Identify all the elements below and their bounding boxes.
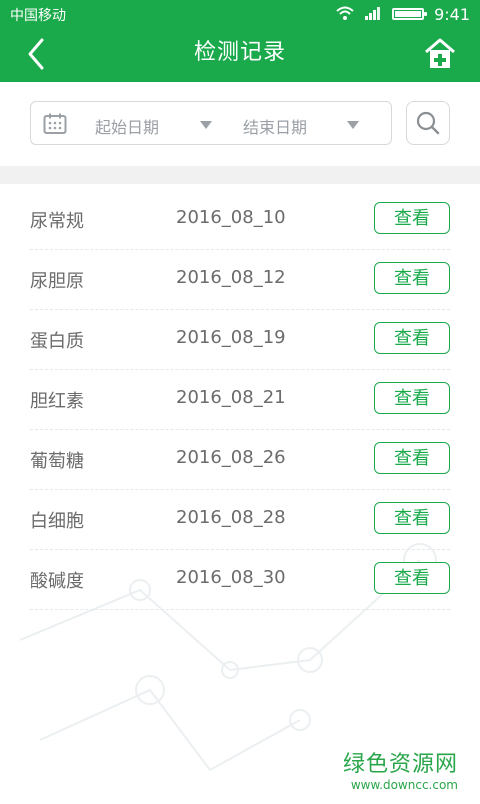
record-name: 尿常规 — [30, 211, 84, 232]
status-time: 9:41 — [434, 4, 470, 24]
record-list: 尿常规 2016_08_10 查看 尿胆原 2016_08_12 查看 蛋白质 … — [30, 190, 450, 610]
chevron-down-icon — [200, 121, 212, 129]
chevron-down-icon — [347, 121, 359, 129]
list-item: 酸碱度 2016_08_30 查看 — [30, 550, 450, 610]
list-item: 白细胞 2016_08_28 查看 — [30, 490, 450, 550]
view-button[interactable]: 查看 — [374, 442, 450, 474]
record-date: 2016_08_26 — [176, 447, 286, 468]
app-header: 中国移动 9:41 检测记录 — [0, 0, 480, 82]
list-item: 蛋白质 2016_08_19 查看 — [30, 310, 450, 370]
watermark: 绿色资源网 www.downcc.com — [343, 746, 458, 792]
record-date: 2016_08_21 — [176, 387, 286, 408]
list-item: 胆红素 2016_08_21 查看 — [30, 370, 450, 430]
home-plus-icon — [425, 38, 455, 68]
watermark-title: 绿色资源网 — [342, 752, 458, 777]
battery-icon — [392, 8, 428, 20]
record-name: 酸碱度 — [30, 571, 84, 592]
record-name: 尿胆原 — [30, 271, 84, 292]
home-button[interactable] — [420, 36, 460, 72]
record-date: 2016_08_30 — [176, 567, 286, 588]
wifi-icon — [336, 5, 354, 24]
list-item: 葡萄糖 2016_08_26 查看 — [30, 430, 450, 490]
search-button[interactable] — [406, 101, 450, 145]
record-name: 蛋白质 — [30, 331, 84, 352]
record-date: 2016_08_19 — [176, 327, 286, 348]
view-button[interactable]: 查看 — [374, 322, 450, 354]
date-range-picker[interactable]: 起始日期 结束日期 — [30, 101, 392, 145]
record-date: 2016_08_12 — [176, 267, 286, 288]
end-date-select[interactable]: 结束日期 — [243, 114, 307, 138]
list-item: 尿胆原 2016_08_12 查看 — [30, 250, 450, 310]
search-icon — [416, 111, 440, 135]
start-date-select[interactable]: 起始日期 — [95, 114, 159, 138]
view-button[interactable]: 查看 — [374, 502, 450, 534]
section-divider — [0, 166, 480, 184]
view-button[interactable]: 查看 — [374, 202, 450, 234]
record-name: 白细胞 — [30, 511, 84, 532]
status-right: 9:41 — [336, 3, 470, 25]
record-name: 葡萄糖 — [30, 451, 84, 472]
carrier-label: 中国移动 — [10, 8, 66, 24]
view-button[interactable]: 查看 — [374, 382, 450, 414]
record-date: 2016_08_10 — [176, 207, 286, 228]
record-date: 2016_08_28 — [176, 507, 286, 528]
view-button[interactable]: 查看 — [374, 562, 450, 594]
record-name: 胆红素 — [30, 391, 84, 412]
watermark-url: www.downcc.com — [350, 778, 458, 792]
page-title: 检测记录 — [193, 40, 286, 65]
view-button[interactable]: 查看 — [374, 262, 450, 294]
signal-icon — [364, 5, 382, 24]
calendar-icon — [43, 113, 67, 135]
status-bar: 中国移动 9:41 — [0, 0, 480, 28]
list-item: 尿常规 2016_08_10 查看 — [30, 190, 450, 250]
